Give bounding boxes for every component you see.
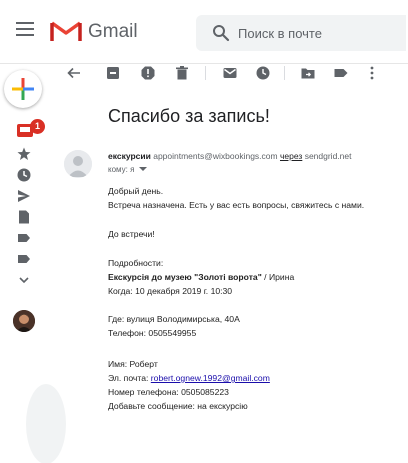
via-domain: sendgrid.net	[304, 151, 352, 161]
client-phone: Номер телефона: 0505085223	[108, 387, 229, 397]
label-icon[interactable]	[17, 231, 31, 245]
search-bar[interactable]	[196, 15, 406, 51]
details-label: Подробности:	[108, 258, 164, 268]
event-location: Где: вулиця Володимирська, 40А	[108, 314, 240, 324]
label-icon[interactable]	[333, 65, 349, 81]
farewell-text: До встречи!	[108, 229, 155, 239]
clock-icon[interactable]	[17, 168, 31, 182]
back-arrow-icon[interactable]	[66, 65, 82, 81]
snooze-icon[interactable]	[255, 65, 271, 81]
chevron-down-icon[interactable]	[17, 273, 31, 287]
label-icon[interactable]	[17, 252, 31, 266]
compose-plus-icon	[12, 78, 34, 100]
hangouts-placeholder	[26, 384, 66, 463]
dropdown-arrow-icon[interactable]	[138, 166, 147, 172]
client-email-link[interactable]: robert.ognew.1992@gmail.com	[151, 373, 270, 383]
compose-button[interactable]	[4, 70, 42, 108]
sender-name[interactable]: екскурсии	[108, 151, 151, 161]
left-rail: 1	[0, 64, 66, 463]
appointment-confirmation-text: Встреча назначена. Есть у вас есть вопро…	[108, 200, 365, 210]
report-spam-icon[interactable]	[140, 65, 156, 81]
search-icon[interactable]	[212, 24, 230, 42]
inbox-unread-badge: 1	[30, 119, 45, 134]
gmail-brand-text: Gmail	[88, 21, 138, 42]
app-header: Gmail	[0, 0, 408, 64]
via-link[interactable]: через	[280, 151, 302, 161]
draft-icon[interactable]	[17, 210, 31, 224]
client-email-line: Эл. почта: robert.ognew.1992@gmail.com	[108, 373, 270, 383]
default-person-icon	[64, 150, 92, 178]
contact-avatar-photo	[13, 310, 35, 332]
search-input[interactable]	[238, 15, 398, 51]
mark-unread-icon[interactable]	[222, 65, 238, 81]
toolbar-divider	[284, 66, 285, 80]
gmail-logo-icon[interactable]	[50, 19, 82, 43]
event-host: / Ирина	[261, 272, 295, 282]
greeting-text: Добрый день.	[108, 186, 164, 196]
move-to-icon[interactable]	[300, 65, 316, 81]
client-email-label: Эл. почта:	[108, 373, 151, 383]
sender-avatar	[64, 150, 92, 178]
recipient-details-toggle[interactable]: кому: я	[108, 165, 147, 174]
event-name: Екскурсія до музею "Золоті ворота"	[108, 272, 262, 282]
sender-line: екскурсии appointments@wixbookings.com ч…	[108, 151, 351, 161]
toolbar-divider	[205, 66, 206, 80]
email-subject: Спасибо за запись!	[108, 106, 270, 126]
recipient-label: кому: я	[108, 165, 135, 174]
client-name: Имя: Роберт	[108, 359, 158, 369]
event-phone: Телефон: 0505549955	[108, 328, 197, 338]
event-line: Екскурсія до музею "Золоті ворота" / Ири…	[108, 272, 294, 282]
contact-avatar[interactable]	[13, 310, 35, 332]
main-menu-icon[interactable]	[16, 22, 34, 36]
more-vert-icon[interactable]	[364, 65, 380, 81]
send-icon[interactable]	[17, 189, 31, 203]
sender-email: appointments@wixbookings.com	[153, 151, 278, 161]
star-icon[interactable]	[17, 147, 31, 161]
archive-icon[interactable]	[105, 65, 121, 81]
client-message: Добавьте сообщение: на екскурсію	[108, 401, 248, 411]
delete-icon[interactable]	[174, 65, 190, 81]
event-time: Когда: 10 декабря 2019 г. 10:30	[108, 286, 233, 296]
